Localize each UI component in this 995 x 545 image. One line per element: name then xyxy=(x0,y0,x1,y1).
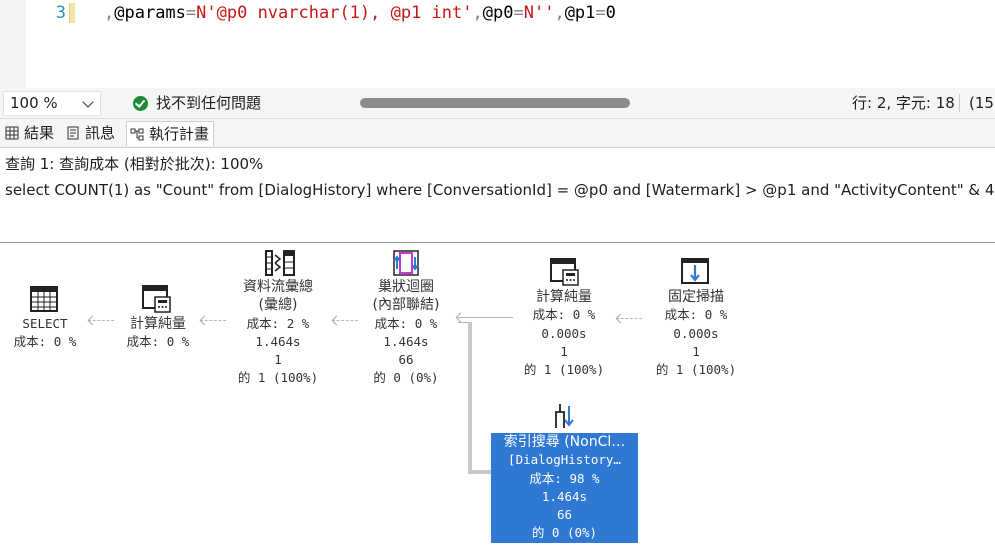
horizontal-scrollbar[interactable] xyxy=(360,98,630,108)
node-cost: 成本: 0 % xyxy=(126,334,190,350)
node-name: 計算純量 xyxy=(536,289,592,305)
code-token: , xyxy=(472,3,483,23)
nested-loops-icon[interactable] xyxy=(392,249,422,277)
result-tabs: 結果 訊息 執行計畫 xyxy=(0,119,995,148)
code-token: = xyxy=(185,3,197,23)
change-indicator xyxy=(69,3,75,23)
grid-icon xyxy=(5,126,19,140)
tab-label: 訊息 xyxy=(85,124,116,142)
query-cost-title: 查詢 1: 查詢成本 (相對於批次): 100% xyxy=(5,155,264,173)
code-token: 0 xyxy=(605,3,616,23)
node-subtitle: (彙總) xyxy=(258,297,298,314)
node-cost: 成本: 0 % xyxy=(664,307,728,323)
plan-node-index-seek[interactable]: 索引搜尋 (NonCl… [DialogHistory… 成本: 98 % 1.… xyxy=(491,433,638,543)
constant-scan-icon[interactable] xyxy=(681,258,709,284)
node-name: 計算純量 xyxy=(130,316,186,332)
issues-status[interactable]: 找不到任何問題 xyxy=(156,93,261,113)
plan-arrow xyxy=(458,317,513,318)
node-rows: 1 xyxy=(692,343,700,359)
line-number: 3 xyxy=(55,3,66,23)
check-circle-icon xyxy=(133,96,148,111)
plan-arrow xyxy=(468,470,492,474)
node-estimate: 的 1 (100%) xyxy=(655,362,737,378)
node-name: 巢狀迴圈 xyxy=(378,279,434,295)
node-subtitle: [DialogHistory… xyxy=(508,452,621,468)
node-name: 固定掃描 xyxy=(668,289,724,305)
code-token: @p0 xyxy=(482,3,514,23)
plan-node-stream-aggregate[interactable]: 資料流彙總 (彙總) 成本: 2 % 1.464s 1 的 1 (100%) xyxy=(222,278,334,388)
node-time: 0.000s xyxy=(541,325,587,341)
node-cost: 成本: 2 % xyxy=(246,315,310,331)
compute-scalar-icon[interactable] xyxy=(550,258,580,286)
node-estimate: 的 0 (0%) xyxy=(373,370,439,386)
cursor-position: 行: 2, 字元: 18 xyxy=(852,94,955,112)
node-subtitle: (內部聯結) xyxy=(372,297,440,314)
node-name: 資料流彙總 xyxy=(243,279,313,295)
code-token: = xyxy=(595,3,606,23)
plan-node-constant-scan[interactable]: 固定掃描 成本: 0 % 0.000s 1 的 1 (100%) xyxy=(646,288,746,379)
tab-results[interactable]: 結果 xyxy=(2,121,58,145)
index-seek-icon[interactable] xyxy=(554,402,576,430)
editor-gutter xyxy=(0,0,26,88)
code-token: N'@p0 nvarchar(1), @p1 int' xyxy=(196,3,473,23)
node-rows: 66 xyxy=(398,352,414,368)
plan-node-compute-scalar[interactable]: 計算純量 成本: 0 % xyxy=(112,315,204,352)
node-cost: 成本: 0 % xyxy=(374,315,438,331)
node-rows: 1 xyxy=(274,352,282,368)
chevron-down-icon xyxy=(82,96,94,108)
node-time: 1.464s xyxy=(541,488,588,504)
plan-node-select[interactable]: SELECT 成本: 0 % xyxy=(0,315,90,352)
status-divider xyxy=(959,94,960,112)
node-cost: 成本: 0 % xyxy=(532,307,596,323)
zoom-value: 100 % xyxy=(10,94,58,112)
code-token: @p1 xyxy=(564,3,596,23)
node-cost: 成本: 0 % xyxy=(13,334,77,350)
code-token: N'' xyxy=(523,3,555,23)
node-time: 1.464s xyxy=(383,333,429,349)
plan-arrow xyxy=(468,322,472,472)
node-estimate: 的 1 (100%) xyxy=(523,362,605,378)
encoding-indicator[interactable]: (15 xyxy=(969,93,994,113)
code-token: , xyxy=(104,3,115,23)
node-rows: 66 xyxy=(556,507,573,523)
execution-plan-icon xyxy=(130,128,144,141)
node-time: 1.464s xyxy=(255,333,301,349)
tab-messages[interactable]: 訊息 xyxy=(63,121,119,145)
code-token: = xyxy=(513,3,524,23)
tab-label: 結果 xyxy=(24,124,55,142)
node-time: 0.000s xyxy=(673,325,719,341)
node-estimate: 的 1 (100%) xyxy=(237,370,319,386)
select-operator-icon[interactable] xyxy=(30,286,58,312)
compute-scalar-icon[interactable] xyxy=(142,285,172,313)
code-editor[interactable]: 3 ,@params=N'@p0 nvarchar(1), @p1 int',@… xyxy=(0,0,995,88)
plan-node-nested-loops[interactable]: 巢狀迴圈 (內部聯結) 成本: 0 % 1.464s 66 的 0 (0%) xyxy=(352,278,460,388)
code-token: @params xyxy=(114,3,186,23)
message-icon xyxy=(67,126,79,140)
zoom-dropdown[interactable]: 100 % xyxy=(3,91,101,116)
plan-node-compute-scalar-2[interactable]: 計算純量 成本: 0 % 0.000s 1 的 1 (100%) xyxy=(515,288,613,379)
code-token: , xyxy=(554,3,565,23)
node-name: 索引搜尋 (NonCl… xyxy=(503,434,626,450)
stream-aggregate-icon[interactable] xyxy=(265,250,295,276)
node-rows: 1 xyxy=(560,343,568,359)
node-estimate: 的 0 (0%) xyxy=(531,525,598,541)
tab-label: 執行計畫 xyxy=(149,125,210,143)
code-line[interactable]: ,@params=N'@p0 nvarchar(1), @p1 int',@p0… xyxy=(104,0,616,26)
node-name: SELECT xyxy=(22,316,68,331)
query-sql-text: select COUNT(1) as "Count" from [DialogH… xyxy=(5,181,995,199)
node-cost: 成本: 98 % xyxy=(529,470,600,486)
query-header: 查詢 1: 查詢成本 (相對於批次): 100% select COUNT(1)… xyxy=(0,148,995,243)
tab-execution-plan[interactable]: 執行計畫 xyxy=(126,121,215,146)
